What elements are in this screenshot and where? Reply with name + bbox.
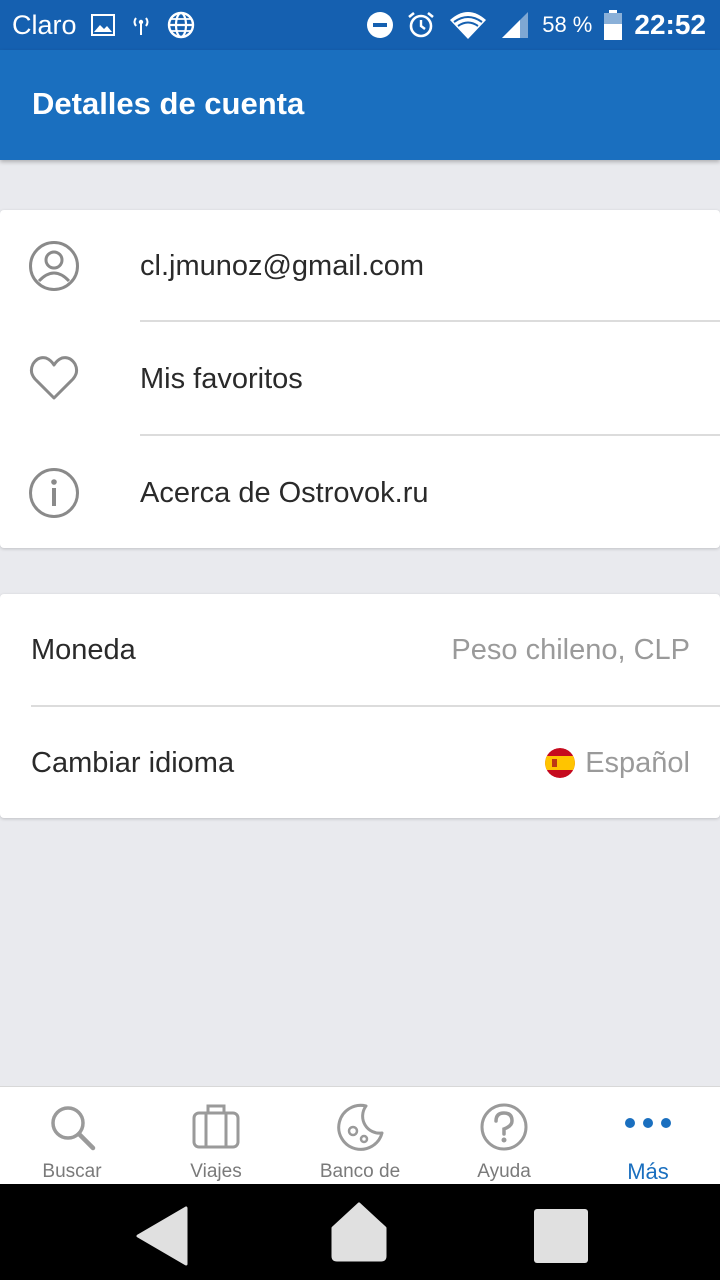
language-value-group: Español	[545, 707, 690, 819]
battery-icon	[604, 10, 623, 40]
more-dots-icon	[625, 1118, 671, 1128]
signal-tower-icon	[133, 17, 149, 35]
globe-icon	[167, 11, 194, 39]
nav-mas-label: Más	[627, 1159, 669, 1184]
search-icon	[51, 1106, 96, 1151]
nav-ayuda-label: Ayuda	[477, 1161, 531, 1182]
divider	[140, 434, 720, 436]
about-row[interactable]: Acerca de Ostrovok.ru	[0, 437, 720, 549]
bottom-navigation: Buscar Viajes Banco de Ayuda Más	[0, 1086, 720, 1185]
back-icon[interactable]	[136, 1206, 188, 1266]
recent-apps-icon[interactable]	[533, 1208, 589, 1264]
account-card: cl.jmunoz@gmail.com Mis favoritos Acerca…	[0, 210, 720, 548]
account-email-row[interactable]: cl.jmunoz@gmail.com	[0, 210, 720, 322]
app-bar: Detalles de cuenta	[0, 50, 720, 160]
currency-value: Peso chileno, CLP	[451, 633, 690, 666]
info-icon	[29, 468, 79, 518]
currency-label: Moneda	[31, 633, 136, 666]
image-icon	[90, 14, 115, 36]
favorites-row[interactable]: Mis favoritos	[0, 323, 720, 435]
system-nav-bar	[0, 1184, 720, 1280]
alarm-icon	[408, 11, 435, 38]
divider	[140, 320, 720, 322]
nav-viajes-label: Viajes	[190, 1161, 242, 1182]
account-email: cl.jmunoz@gmail.com	[140, 249, 425, 282]
nav-viajes[interactable]: Viajes	[144, 1087, 288, 1185]
nav-ayuda[interactable]: Ayuda	[432, 1087, 576, 1185]
nav-buscar[interactable]: Buscar	[0, 1087, 144, 1185]
moon-icon	[337, 1103, 384, 1151]
language-row[interactable]: Cambiar idioma Español	[0, 707, 720, 819]
nav-mas[interactable]: Más	[576, 1087, 720, 1185]
heart-icon	[29, 356, 79, 400]
suitcase-icon	[192, 1104, 240, 1149]
nav-banco[interactable]: Banco de	[288, 1087, 432, 1185]
spain-flag-icon	[545, 748, 576, 778]
language-label: Cambiar idioma	[31, 746, 235, 779]
wifi-icon	[450, 12, 487, 39]
page-title: Detalles de cuenta	[32, 86, 305, 121]
clock: 22:52	[634, 9, 706, 40]
nav-buscar-label: Buscar	[42, 1161, 102, 1182]
user-circle-icon	[29, 241, 79, 291]
home-icon[interactable]	[331, 1202, 387, 1262]
carrier-label: Claro	[12, 9, 77, 40]
status-bar: Claro 58 % 22:52	[0, 0, 720, 50]
currency-row[interactable]: Moneda Peso chileno, CLP	[0, 594, 720, 706]
help-icon	[480, 1103, 528, 1151]
language-value: Español	[585, 746, 690, 779]
favorites-label: Mis favoritos	[140, 362, 303, 395]
settings-card: Moneda Peso chileno, CLP Cambiar idioma …	[0, 594, 720, 818]
about-label: Acerca de Ostrovok.ru	[140, 476, 429, 509]
nav-banco-label: Banco de	[319, 1161, 401, 1182]
do-not-disturb-icon	[367, 12, 394, 38]
cell-signal-icon	[502, 12, 529, 38]
battery-percent: 58 %	[542, 12, 593, 37]
